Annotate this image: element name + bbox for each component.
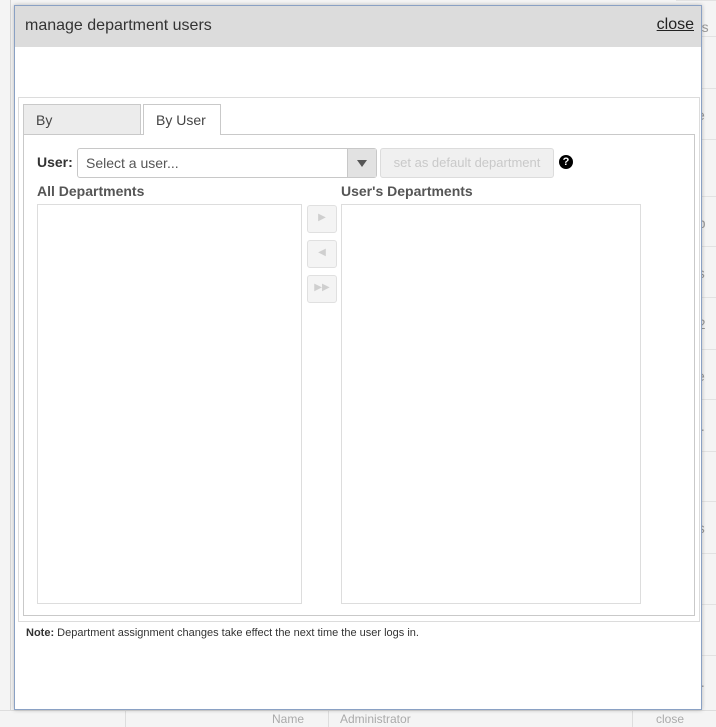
all-departments-list[interactable]: [37, 204, 302, 604]
move-all-right-button[interactable]: ▶▶: [307, 275, 337, 303]
dialog-title: manage department users: [25, 17, 212, 34]
background-table-header: Name Administrator close: [0, 710, 716, 727]
close-link[interactable]: close: [657, 16, 694, 34]
note-text: Note: Department assignment changes take…: [26, 627, 419, 639]
move-right-button[interactable]: ▶: [307, 205, 337, 233]
by-user-panel: User: Select a user... set as default de…: [23, 134, 695, 616]
users-departments-heading: User's Departments: [341, 183, 473, 199]
question-circle-icon[interactable]: ?: [559, 155, 573, 169]
note-label: Note:: [26, 627, 55, 639]
users-departments-list[interactable]: [341, 204, 641, 604]
user-select-placeholder: Select a user...: [86, 155, 179, 171]
tab-by-department[interactable]: By Department: [23, 104, 141, 158]
note-body: Department assignment changes take effec…: [57, 627, 419, 639]
chevron-down-icon[interactable]: [347, 149, 376, 177]
user-label: User:: [37, 154, 73, 170]
background-close: close: [656, 712, 685, 726]
move-left-button[interactable]: ◀: [307, 240, 337, 268]
background-col-role: Administrator: [340, 712, 411, 726]
tab-by-user[interactable]: By User: [143, 104, 221, 135]
arrow-left-icon: ◀: [318, 247, 326, 258]
set-default-department-button[interactable]: set as default department: [380, 148, 554, 178]
double-arrow-right-icon: ▶▶: [314, 282, 330, 293]
background-divider: [10, 0, 11, 726]
manage-department-users-dialog: manage department users close By Departm…: [14, 5, 702, 710]
user-select[interactable]: Select a user...: [77, 148, 377, 178]
background-col-name: Name: [272, 712, 305, 726]
dialog-titlebar: manage department users close: [15, 6, 701, 47]
all-departments-heading: All Departments: [37, 183, 145, 199]
tabs-container: By Department By User User: Select a use…: [18, 97, 700, 622]
arrow-right-icon: ▶: [318, 212, 326, 223]
